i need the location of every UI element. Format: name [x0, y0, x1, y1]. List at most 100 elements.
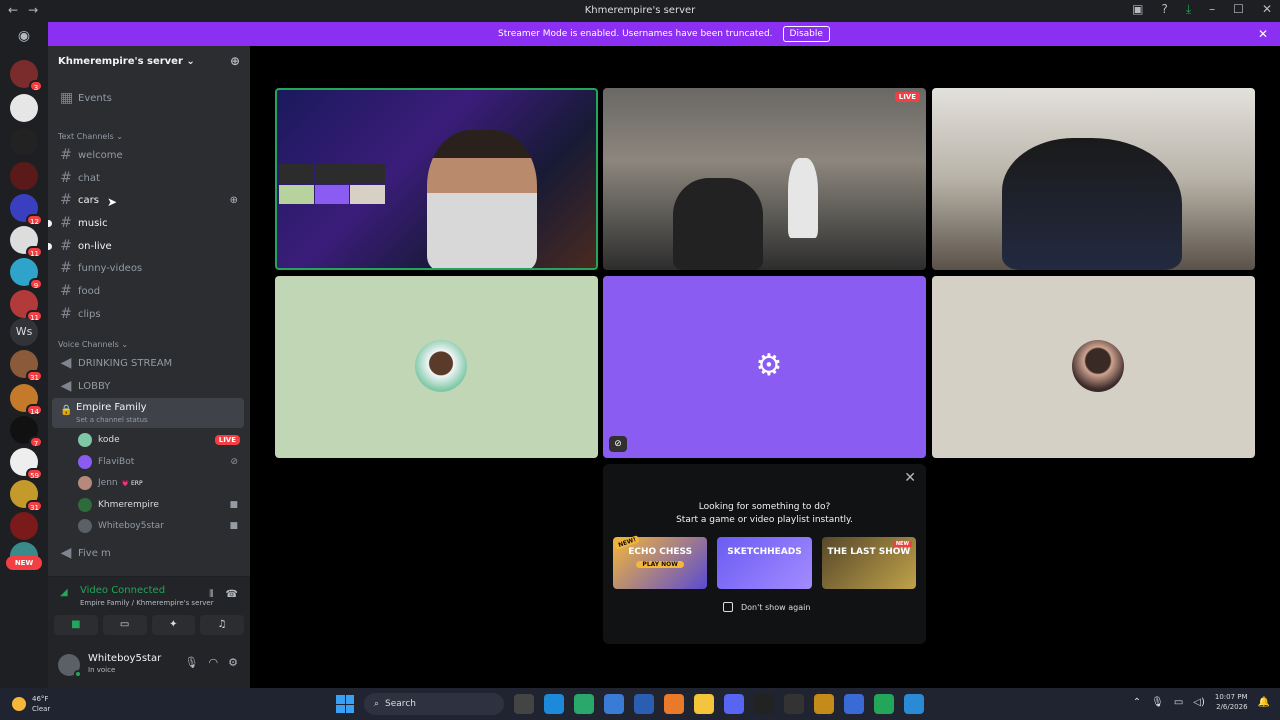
folder-icon[interactable]	[694, 694, 714, 714]
server-icon[interactable]: 11	[10, 290, 43, 322]
server-icon[interactable]: 31	[10, 350, 43, 382]
voice-member[interactable]: Khmerempire ■	[78, 495, 244, 515]
invite-icon[interactable]: ⊕	[230, 54, 240, 68]
server-icon[interactable]: 11	[10, 226, 43, 258]
minimize-icon[interactable]: –	[1209, 2, 1215, 17]
activity-button[interactable]: ✦	[151, 615, 196, 635]
category-voice[interactable]: Voice Channels ⌄	[58, 340, 128, 349]
download-icon[interactable]: ⤓	[1186, 2, 1191, 17]
server-header[interactable]: Khmerempire's server ⌄ ⊕	[48, 46, 250, 78]
rockstar-icon[interactable]	[814, 694, 834, 714]
voice-member[interactable]: Jenn 💗 ERP	[78, 473, 244, 493]
checkbox[interactable]	[723, 602, 733, 612]
channel-label: Five m	[78, 547, 111, 559]
channel-music[interactable]: # music	[48, 213, 244, 233]
signal-icon[interactable]: ◢	[60, 587, 68, 598]
microphone-icon[interactable]: 🎙	[1151, 697, 1164, 708]
app-icon[interactable]	[904, 694, 924, 714]
channel-welcome[interactable]: # welcome	[54, 145, 244, 165]
taskbar-search[interactable]: ⌕ Search	[364, 693, 504, 715]
close-icon[interactable]: ✕	[1258, 27, 1268, 41]
dont-show-again[interactable]: Don't show again	[723, 602, 810, 612]
server-ws[interactable]: Ws	[10, 318, 38, 346]
server-icon[interactable]	[10, 128, 38, 156]
video-tile-stream[interactable]: LIVE	[603, 88, 926, 270]
headphones-icon[interactable]: ◠	[209, 656, 219, 669]
windows-start-icon[interactable]	[336, 695, 354, 713]
server-icon[interactable]	[10, 162, 38, 190]
server-icon[interactable]: 7	[10, 416, 43, 448]
server-icon[interactable]	[10, 512, 38, 540]
app-icon[interactable]	[604, 694, 624, 714]
discord-icon[interactable]	[724, 694, 744, 714]
weather-widget[interactable]: 46°F Clear	[12, 694, 50, 714]
channel-clips[interactable]: # clips	[54, 304, 244, 324]
camera-button[interactable]: ■	[54, 615, 98, 635]
settings-gear-icon[interactable]: ⚙	[228, 656, 238, 669]
channel-status[interactable]: Set a channel status	[76, 416, 148, 424]
unread-dot	[48, 242, 52, 250]
file-icon[interactable]	[514, 694, 534, 714]
server-icon[interactable]: 12	[10, 194, 43, 226]
app-icon[interactable]	[844, 694, 864, 714]
invite-member-icon[interactable]: ⊕	[230, 195, 238, 206]
video-tile-camera[interactable]	[932, 88, 1255, 270]
server-icon[interactable]	[10, 94, 38, 122]
disable-button[interactable]: Disable	[782, 26, 830, 42]
video-tile-kode[interactable]	[275, 88, 598, 270]
channel-chat[interactable]: # chat	[54, 168, 244, 188]
server-icon[interactable]: 59	[10, 448, 43, 480]
network-icon[interactable]: ▭	[1174, 697, 1183, 708]
channel-funny-videos[interactable]: # funny-videos	[54, 258, 244, 278]
voice-member[interactable]: kode LIVE	[78, 430, 244, 450]
chevron-up-icon[interactable]: ⌃	[1133, 697, 1141, 708]
server-icon[interactable]: 3	[10, 60, 43, 92]
voice-member[interactable]: FlaviBot ⊘	[78, 452, 244, 472]
channel-label: food	[78, 285, 101, 297]
username[interactable]: Whiteboy5star	[88, 653, 161, 664]
video-person	[427, 130, 537, 268]
inbox-icon[interactable]: ▣	[1132, 2, 1143, 17]
steam-icon[interactable]	[634, 694, 654, 714]
noise-suppression-icon[interactable]: ⦀	[209, 589, 213, 600]
volume-icon[interactable]: ◁)	[1193, 697, 1205, 708]
close-icon[interactable]: ✕	[904, 470, 916, 486]
discord-home-icon[interactable]: ◉	[12, 28, 36, 48]
edge-icon[interactable]	[544, 694, 564, 714]
app-icon[interactable]	[754, 694, 774, 714]
epic-games-icon[interactable]	[784, 694, 804, 714]
voice-channel-lobby[interactable]: ◀ LOBBY	[54, 376, 244, 396]
app-icon[interactable]	[664, 694, 684, 714]
video-tile-bot[interactable]: ⚙ ⊘	[603, 276, 926, 458]
activity-card-sketchheads[interactable]: SKETCHHEADS	[717, 537, 812, 589]
video-tile-avatar[interactable]	[932, 276, 1255, 458]
voice-channel-five[interactable]: ◀ Five m	[54, 543, 244, 563]
channel-food[interactable]: # food	[54, 281, 244, 301]
close-icon[interactable]: ✕	[1262, 2, 1272, 17]
maximize-icon[interactable]: ☐	[1233, 2, 1244, 17]
screen-share-button[interactable]: ▭	[102, 615, 147, 635]
server-icon[interactable]: 31	[10, 480, 43, 512]
microphone-icon[interactable]: 🎙	[185, 656, 199, 669]
app-icon[interactable]	[874, 694, 894, 714]
voice-status-title: Video Connected	[80, 585, 166, 596]
activity-card-echo-chess[interactable]: NEW! ECHO CHESS PLAY NOW	[613, 535, 708, 589]
server-icon[interactable]: 9	[10, 258, 43, 290]
channel-on-live[interactable]: # on-live	[48, 236, 244, 256]
activity-card-last-show[interactable]: NEW THE LAST SHOW	[821, 537, 916, 589]
video-tile-avatar[interactable]	[275, 276, 598, 458]
voice-member[interactable]: Whiteboy5star ■	[78, 516, 244, 536]
voice-channel-drinking[interactable]: ◀ DRINKING STREAM	[54, 353, 244, 373]
events-item[interactable]: ▦ Events	[54, 88, 244, 108]
category-text[interactable]: Text Channels ⌄	[58, 132, 123, 141]
clock[interactable]: 10:07 PM 2/6/2026	[1215, 692, 1248, 712]
server-icon[interactable]: 14	[10, 384, 43, 416]
voice-channel-empire-family[interactable]: 🔒 Empire Family Set a channel status	[52, 398, 244, 428]
soundboard-button[interactable]: ♫	[200, 615, 244, 635]
disconnect-icon[interactable]: ☎	[226, 589, 238, 600]
channel-cars[interactable]: # cars ⊕	[54, 190, 244, 210]
voice-status-sub[interactable]: Empire Family / Khmerempire's server	[80, 599, 214, 607]
notification-bell-icon[interactable]: 🔔	[1258, 697, 1270, 708]
help-icon[interactable]: ?	[1161, 2, 1167, 17]
store-icon[interactable]	[574, 694, 594, 714]
